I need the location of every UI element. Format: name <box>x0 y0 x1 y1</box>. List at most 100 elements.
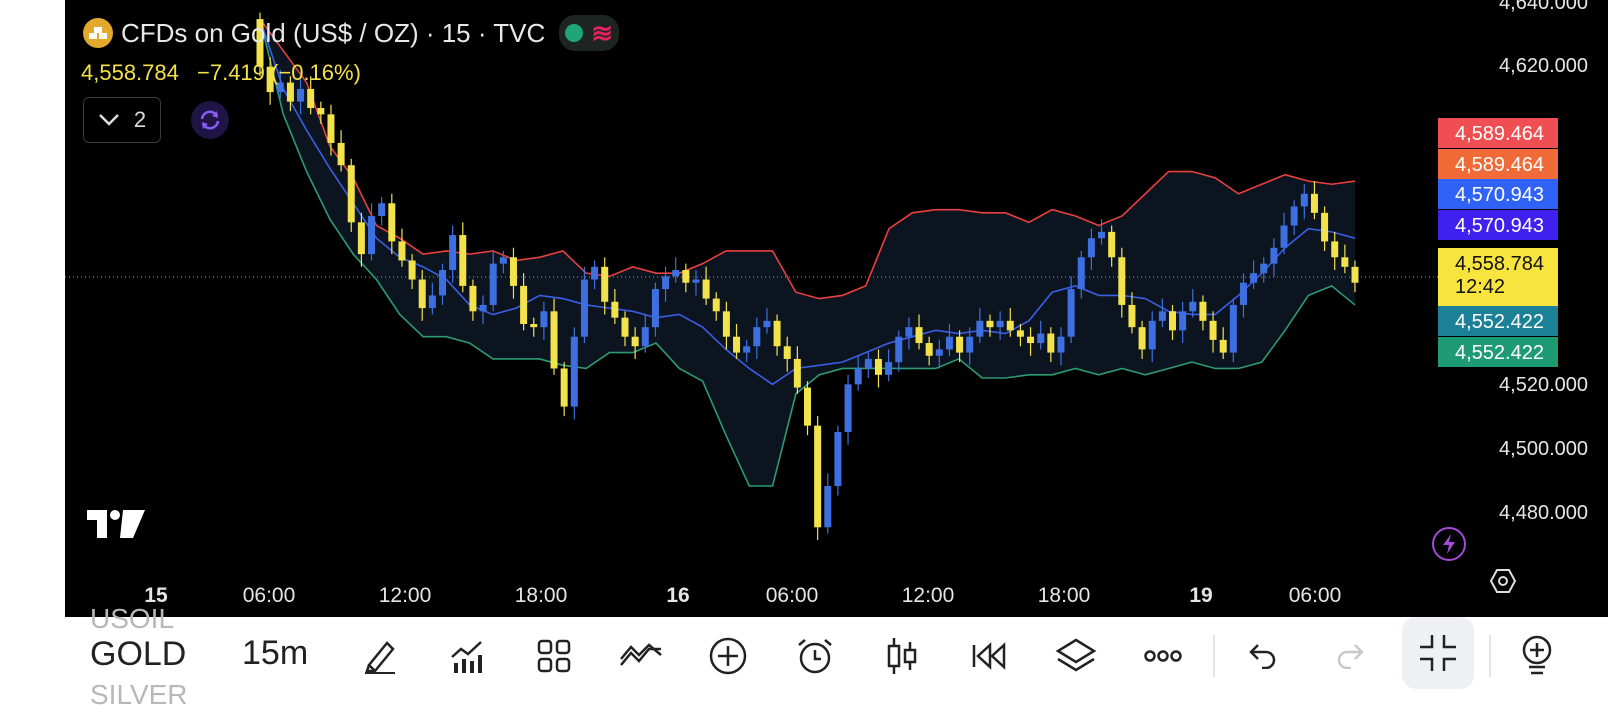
x-tick: 19 <box>1189 584 1213 607</box>
candle-body <box>469 285 477 312</box>
candle-body <box>317 108 325 115</box>
candle-body <box>935 349 943 356</box>
x-tick: 06:00 <box>1288 584 1342 607</box>
candle-body <box>986 320 994 328</box>
candle-body <box>1239 282 1247 305</box>
candle-body <box>722 311 730 337</box>
timeframe-button[interactable]: 15m <box>242 634 308 673</box>
add-icon[interactable] <box>705 633 751 679</box>
candle-body <box>408 260 416 280</box>
candle-body <box>753 327 761 347</box>
candle-body <box>743 346 751 353</box>
refresh-icon[interactable] <box>191 101 229 139</box>
candle-body <box>874 358 882 375</box>
symbol-list-next[interactable]: SILVER <box>90 679 188 711</box>
candle-body <box>854 368 862 385</box>
last-price: 4,558.784 <box>81 60 179 85</box>
candle-body <box>773 320 781 347</box>
candle-body <box>864 358 872 369</box>
chevron-down-icon <box>98 114 119 126</box>
add-chart-icon[interactable] <box>1515 633 1555 679</box>
candle-body <box>996 320 1004 328</box>
market-open-dot-icon <box>565 24 584 42</box>
candle-body <box>1260 263 1268 274</box>
candle-body <box>428 295 436 309</box>
candle-body <box>1310 193 1318 213</box>
candle-body <box>560 368 568 407</box>
candle-body <box>1098 231 1106 239</box>
candle-body <box>956 336 964 353</box>
candle-body <box>631 336 639 347</box>
x-tick: 06:00 <box>242 584 296 607</box>
tradingview-logo-icon <box>87 510 145 545</box>
price-chart[interactable] <box>65 0 1465 617</box>
candle-style-icon[interactable] <box>879 633 925 679</box>
candle-body <box>976 320 984 337</box>
market-status-pill[interactable]: ≋ <box>559 15 620 51</box>
candle-body <box>844 384 852 432</box>
candle-body <box>1321 212 1329 242</box>
candle-body <box>1016 330 1024 337</box>
indicators-toggle-button[interactable]: 2 <box>83 97 161 143</box>
candle-body <box>1189 301 1197 312</box>
symbol-list-prev[interactable]: USOIL <box>90 603 174 635</box>
candle-body <box>1341 257 1349 267</box>
basis-label-2: 4,570.943 <box>1438 210 1558 240</box>
indicators-icon[interactable] <box>444 633 490 679</box>
replay-icon[interactable] <box>966 633 1012 679</box>
draw-icon[interactable] <box>357 633 403 679</box>
candle-body <box>1057 336 1065 353</box>
candle-body <box>925 343 933 356</box>
candle-body <box>388 203 396 242</box>
symbol-list-current[interactable]: GOLD <box>90 635 186 674</box>
collapse-button[interactable] <box>1402 617 1474 689</box>
alert-icon[interactable] <box>792 633 838 679</box>
gold-bars-icon <box>83 18 113 48</box>
compare-icon[interactable] <box>618 633 664 679</box>
candle-body <box>337 142 345 166</box>
candle-body <box>885 362 893 375</box>
basis-label: 4,570.943 <box>1438 179 1558 209</box>
candle-body <box>662 276 670 290</box>
y-tick: 4,620.000 <box>1499 55 1588 77</box>
candle-body <box>1179 311 1187 331</box>
candle-body <box>530 324 538 328</box>
candle-body <box>1331 241 1339 258</box>
redo-icon[interactable] <box>1327 633 1373 679</box>
more-icon[interactable] <box>1140 633 1186 679</box>
candle-body <box>1118 257 1126 305</box>
candle-body <box>1027 336 1035 344</box>
candle-body <box>1077 257 1085 290</box>
candle-body <box>398 241 406 261</box>
candle-body <box>520 285 528 324</box>
y-tick: 4,520.000 <box>1499 374 1588 396</box>
settings-icon[interactable] <box>1489 568 1517 599</box>
symbol-legend[interactable]: CFDs on Gold (US$ / OZ) · 15 · TVC ≋ <box>83 15 620 51</box>
candle-body <box>712 298 720 312</box>
y-tick: 4,480.000 <box>1499 502 1588 524</box>
candle-body <box>1138 327 1146 350</box>
flash-icon[interactable] <box>1432 527 1466 561</box>
candle-body <box>1087 238 1095 258</box>
undo-icon[interactable] <box>1240 633 1286 679</box>
y-tick: 4,500.000 <box>1499 438 1588 460</box>
candle-body <box>509 257 517 286</box>
lower-band-label-2: 4,552.422 <box>1438 337 1558 367</box>
chart-area[interactable]: CFDs on Gold (US$ / OZ) · 15 · TVC ≋ 4,5… <box>65 0 1608 617</box>
candle-body <box>347 165 355 223</box>
candle-body <box>591 266 599 280</box>
candle-body <box>550 311 558 369</box>
candle-body <box>459 235 467 286</box>
candle-body <box>499 257 507 264</box>
layers-icon[interactable] <box>1053 633 1099 679</box>
toolbar-divider <box>1489 635 1491 677</box>
candle-body <box>439 270 446 296</box>
candle-body <box>1158 311 1166 321</box>
candle-body <box>651 289 659 328</box>
layout-icon[interactable] <box>531 633 577 679</box>
candle-body <box>763 320 771 328</box>
candle-body <box>489 263 497 305</box>
x-tick: 16 <box>666 584 690 607</box>
candle-body <box>1037 333 1045 344</box>
candle-body <box>1219 339 1227 353</box>
